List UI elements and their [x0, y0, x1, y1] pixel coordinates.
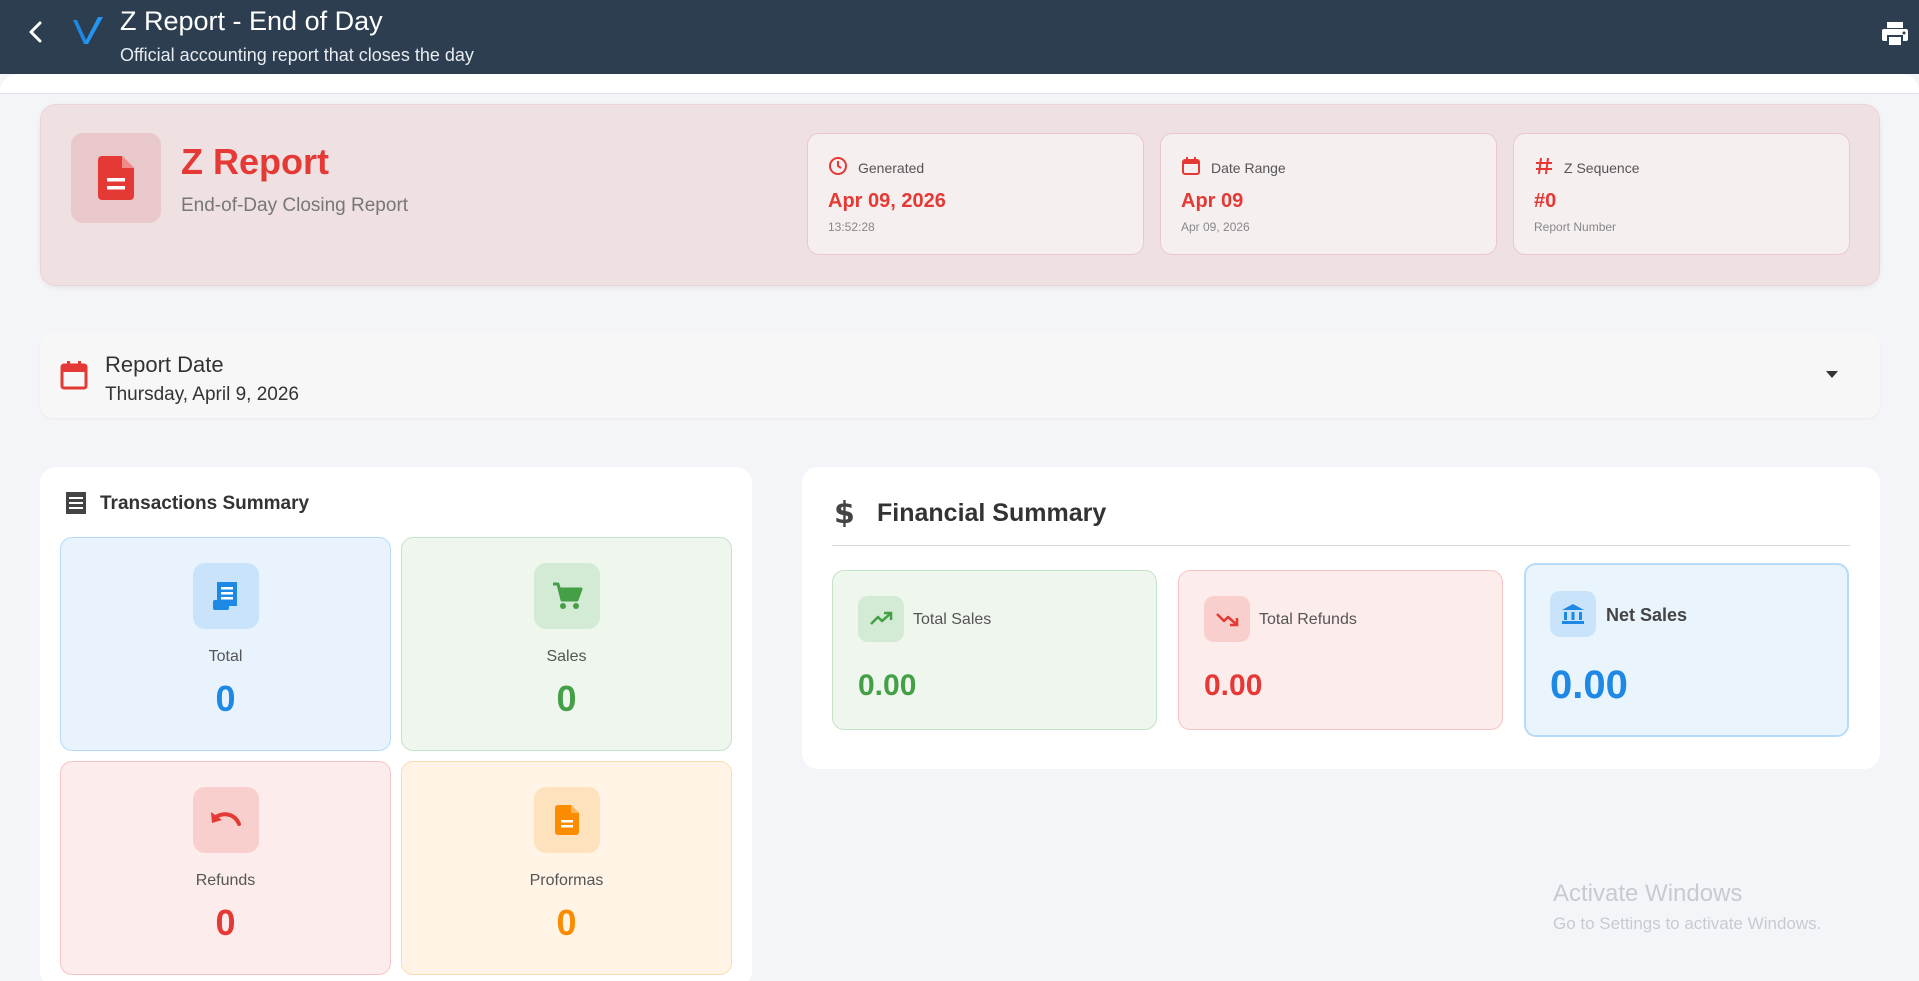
stat-note: Apr 09, 2026 [1181, 220, 1250, 234]
dollar-icon: $ [834, 497, 855, 527]
tile-label: Refunds [195, 872, 256, 889]
stat-value: #0 [1534, 190, 1557, 212]
tile-value: 0 [215, 678, 236, 719]
undo-icon [211, 812, 241, 826]
report-date-label: Report Date [105, 352, 224, 377]
card-value: 0.00 [1204, 669, 1263, 702]
sales-transactions-tile[interactable]: Sales 0 [401, 537, 732, 751]
page-title: Z Report - End of Day [120, 6, 383, 36]
card-icon-box [1204, 596, 1250, 642]
refunds-transactions-tile[interactable]: Refunds 0 [60, 761, 391, 975]
total-sales-card: Total Sales 0.00 [832, 570, 1157, 730]
svg-text:$: $ [834, 497, 855, 527]
document-icon [555, 805, 579, 835]
cart-icon [553, 582, 583, 609]
tile-value: 0 [215, 902, 236, 943]
transactions-summary-title: Transactions Summary [100, 493, 310, 514]
report-title: Z Report [181, 141, 329, 182]
stat-label: Z Sequence [1564, 160, 1640, 176]
tile-icon-box [534, 787, 600, 853]
card-label: Total Refunds [1259, 611, 1357, 628]
hash-icon [1536, 157, 1552, 175]
receipt-icon [213, 582, 237, 610]
tile-label: Proformas [529, 872, 604, 889]
total-transactions-tile[interactable]: Total 0 [60, 537, 391, 751]
report-date-value: Thursday, April 9, 2026 [105, 384, 299, 405]
activation-watermark-text: Go to Settings to activate Windows. [1553, 914, 1822, 933]
date-range-stat-card: Date Range Apr 09 Apr 09, 2026 [1160, 133, 1497, 255]
stat-value: Apr 09, 2026 [828, 190, 946, 212]
proformas-transactions-tile[interactable]: Proformas 0 [401, 761, 732, 975]
card-label: Net Sales [1606, 605, 1688, 625]
receipt-list-icon [66, 492, 86, 514]
stat-label: Generated [858, 160, 925, 176]
trending-up-icon [870, 611, 893, 625]
tile-icon-box [193, 563, 259, 629]
app-bar: Z Report - End of Day Official accountin… [0, 0, 1919, 74]
tile-icon-box [534, 563, 600, 629]
report-icon-box [71, 133, 161, 223]
calendar-icon [60, 361, 88, 390]
tile-value: 0 [556, 678, 577, 719]
back-button[interactable] [22, 18, 50, 46]
tile-icon-box [193, 787, 259, 853]
report-date-selector[interactable]: Report Date Thursday, April 9, 2026 [40, 334, 1880, 418]
report-subtitle: End-of-Day Closing Report [181, 195, 409, 216]
card-icon-box [1550, 591, 1596, 637]
arrow-back-icon [29, 21, 42, 43]
page-subtitle: Official accounting report that closes t… [120, 45, 474, 65]
card-label: Total Sales [913, 611, 992, 628]
card-icon-box [858, 596, 904, 642]
generated-stat-card: Generated Apr 09, 2026 13:52:28 [807, 133, 1144, 255]
calendar-icon [1182, 157, 1200, 175]
document-icon [98, 156, 134, 200]
stat-note: 13:52:28 [828, 220, 875, 234]
app-logo [73, 17, 103, 44]
card-value: 0.00 [858, 669, 917, 702]
bank-icon [1562, 604, 1584, 624]
tile-value: 0 [556, 902, 577, 943]
tile-label: Total [208, 648, 243, 665]
financial-summary-panel: $ Financial Summary Total Sales 0.00 Tot… [802, 467, 1880, 769]
z-sequence-stat-card: Z Sequence #0 Report Number [1513, 133, 1850, 255]
z-report-header-card: Z Report End-of-Day Closing Report Gener… [40, 104, 1880, 286]
printer-icon[interactable] [1880, 20, 1910, 48]
divider [832, 545, 1850, 546]
tile-label: Sales [546, 648, 587, 665]
stat-value: Apr 09 [1181, 190, 1244, 212]
total-refunds-card: Total Refunds 0.00 [1178, 570, 1503, 730]
activation-watermark-title: Activate Windows [1553, 880, 1743, 907]
trending-down-icon [1216, 613, 1239, 627]
card-value: 0.00 [1550, 663, 1628, 707]
content-top-edge [0, 74, 1919, 94]
transactions-summary-panel: Transactions Summary Total 0 Sales 0 Ref… [40, 467, 752, 981]
net-sales-card: Net Sales 0.00 [1524, 563, 1849, 737]
financial-summary-title: Financial Summary [877, 499, 1107, 527]
stat-label: Date Range [1211, 160, 1286, 176]
clock-icon [829, 157, 847, 175]
chevron-down-icon [1826, 371, 1838, 378]
stat-note: Report Number [1534, 220, 1617, 234]
